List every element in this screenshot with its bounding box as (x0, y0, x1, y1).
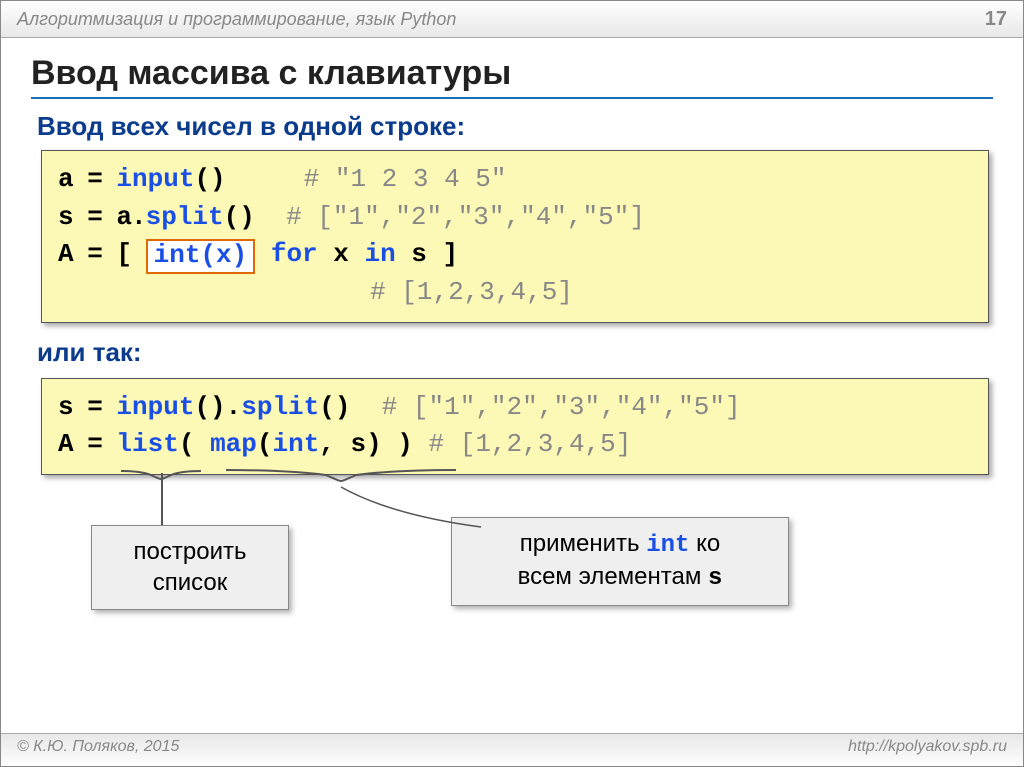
callout1-text: построить список (134, 538, 247, 596)
code1-line2: s = a.split() # ["1","2","3","4","5"] (58, 199, 972, 237)
main-title: Ввод массива с клавиатуры (31, 54, 993, 93)
code1-line3: A = [ int(x) for x in s ] (58, 236, 972, 274)
callout-apply-int: применить int ко всем элементам s (451, 517, 789, 605)
callout2-s: s (708, 565, 722, 592)
footer-copyright: © К.Ю. Поляков, 2015 (17, 738, 179, 762)
annotations-area: построить список применить int ко всем э… (31, 475, 993, 645)
footer-url: http://kpolyakov.spb.ru (848, 738, 1007, 762)
code1-line4: # [1,2,3,4,5] (58, 274, 972, 312)
callout2-connector (331, 485, 491, 535)
or-label: или так: (37, 337, 993, 368)
code2-line1: s = input().split() # ["1","2","3","4","… (58, 389, 972, 427)
header-title: Алгоритмизация и программирование, язык … (17, 9, 456, 30)
callout-build-list: построить список (91, 525, 289, 609)
callout1-brace (121, 467, 201, 483)
slide-header: Алгоритмизация и программирование, язык … (1, 1, 1023, 38)
code2-line2: A = list( map(int, s) ) # [1,2,3,4,5] (58, 426, 972, 464)
slide-content: Ввод массива с клавиатуры Ввод всех чисе… (1, 38, 1023, 645)
subtitle: Ввод всех чисел в одной строке: (37, 111, 993, 142)
code-block-1: a = input() # "1 2 3 4 5" s = a.split() … (41, 150, 989, 323)
title-underline (31, 97, 993, 99)
header-page-number: 17 (985, 8, 1007, 31)
callout2-int: int (646, 532, 689, 559)
callout2-text-a: применить (520, 530, 646, 557)
code-block-2: s = input().split() # ["1","2","3","4","… (41, 378, 989, 475)
slide-footer: © К.Ю. Поляков, 2015 http://kpolyakov.sp… (1, 733, 1023, 766)
int-highlight-box: int(x) (146, 239, 256, 274)
code1-line1: a = input() # "1 2 3 4 5" (58, 161, 972, 199)
